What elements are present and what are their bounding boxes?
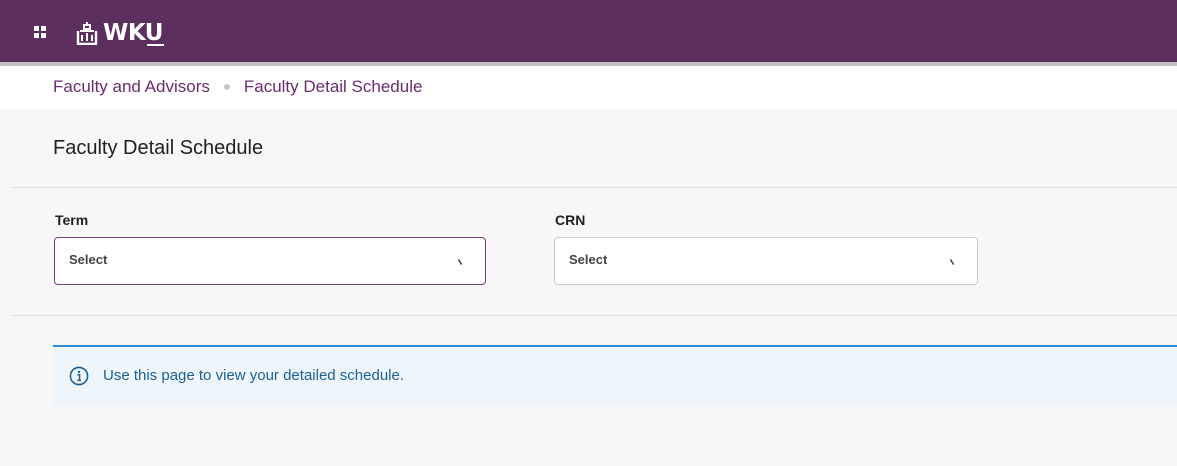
- form-divider: [10, 315, 1177, 316]
- term-select-value: Select: [69, 252, 108, 267]
- brand-text: WKU: [103, 20, 164, 46]
- info-message: Use this page to view your detailed sche…: [103, 367, 405, 384]
- page-title: Faculty Detail Schedule: [53, 137, 264, 159]
- breadcrumb-separator: [223, 84, 230, 90]
- top-navigation-bar: WKU: [0, 0, 1177, 66]
- breadcrumb-item-faculty-detail-schedule[interactable]: Faculty Detail Schedule: [244, 77, 423, 97]
- wku-cupola-icon: [76, 22, 98, 45]
- crn-select[interactable]: Select: [554, 237, 978, 285]
- caret-down-icon: [950, 259, 954, 265]
- info-banner: Use this page to view your detailed sche…: [53, 345, 1177, 406]
- breadcrumb-item-faculty-and-advisors[interactable]: Faculty and Advisors: [53, 77, 210, 97]
- caret-down-icon: [458, 259, 462, 265]
- term-select[interactable]: Select: [54, 237, 486, 285]
- term-label: Term: [55, 212, 89, 228]
- crn-select-value: Select: [569, 252, 608, 267]
- breadcrumb-bar: Faculty and Advisors Faculty Detail Sche…: [0, 66, 1177, 109]
- main-content: Faculty Detail Schedule Term Select CRN …: [0, 109, 1177, 466]
- header-divider: [10, 187, 1177, 188]
- apps-grid-icon[interactable]: [34, 26, 46, 38]
- breadcrumb: Faculty and Advisors Faculty Detail Sche…: [53, 77, 422, 97]
- wku-logo[interactable]: WKU: [76, 20, 164, 46]
- crn-label: CRN: [555, 212, 586, 228]
- info-circle-icon: [69, 366, 89, 386]
